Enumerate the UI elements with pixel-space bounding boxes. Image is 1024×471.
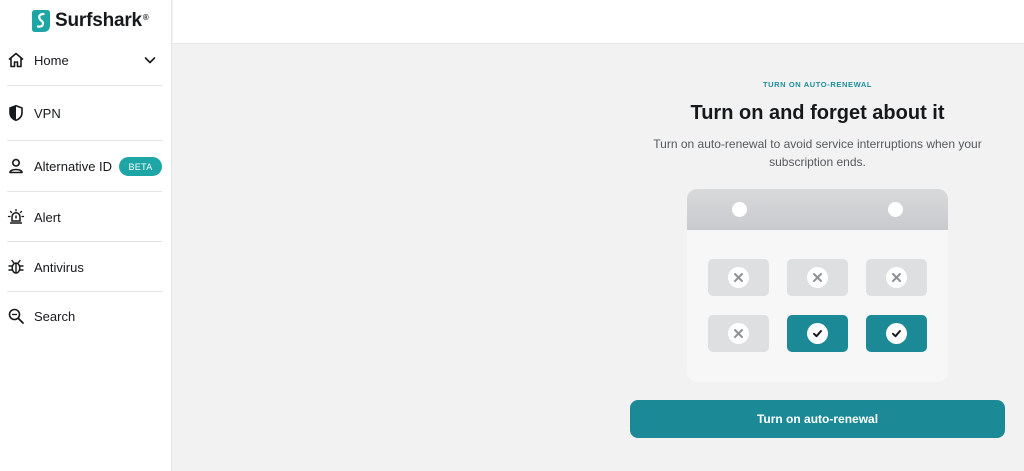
- person-icon: [7, 157, 25, 175]
- sidebar-item-label: Alert: [34, 209, 61, 225]
- sidebar-divider: [7, 241, 162, 242]
- sidebar-divider: [7, 291, 162, 292]
- turn-on-auto-renewal-button[interactable]: Turn on auto-renewal: [630, 400, 1005, 438]
- page-title: Turn on and forget about it: [690, 102, 945, 124]
- x-icon: [734, 329, 743, 338]
- chevron-down-icon[interactable]: [143, 53, 157, 67]
- bug-icon: [7, 258, 25, 276]
- sidebar-item-alternative-id[interactable]: Alternative ID BETA: [0, 153, 172, 179]
- surfshark-logo[interactable]: Surfshark ®: [31, 8, 149, 34]
- home-icon: [7, 51, 25, 69]
- page-description: Turn on auto-renewal to avoid service in…: [653, 137, 982, 169]
- calendar-cell: [708, 259, 769, 296]
- check-icon: [813, 330, 822, 338]
- brand-name: Surfshark: [55, 10, 142, 31]
- sidebar-divider: [7, 85, 162, 86]
- sidebar-divider: [7, 140, 162, 141]
- x-icon: [892, 273, 901, 282]
- top-header: [173, 0, 1024, 44]
- surfshark-logo-icon: [32, 10, 50, 32]
- calendar-cell: [787, 259, 848, 296]
- alert-icon: [7, 208, 25, 226]
- sidebar-item-label: VPN: [34, 105, 61, 121]
- brand-reg-mark: ®: [142, 12, 149, 22]
- calendar-cell: [708, 315, 769, 352]
- x-icon: [813, 273, 822, 282]
- calendar-header: [687, 189, 948, 230]
- sidebar-item-antivirus[interactable]: Antivirus: [0, 254, 172, 280]
- sidebar-item-alert[interactable]: Alert: [0, 204, 172, 230]
- check-icon: [892, 330, 901, 338]
- calendar-ring: [888, 202, 903, 217]
- sidebar-item-label: Antivirus: [34, 259, 84, 275]
- calendar-ring: [732, 202, 747, 217]
- beta-badge: BETA: [119, 157, 162, 176]
- calendar-cell-active: [787, 315, 848, 352]
- sidebar-divider: [7, 191, 162, 192]
- calendar-cell: [866, 259, 927, 296]
- calendar-illustration: [687, 189, 948, 382]
- sidebar-item-label: Search: [34, 308, 76, 324]
- shield-icon: [7, 104, 25, 122]
- sidebar-item-label: Home: [34, 52, 69, 68]
- sidebar-item-home[interactable]: Home: [0, 47, 172, 73]
- sidebar: Surfshark ® Home VPN Alternative ID BETA …: [0, 0, 172, 471]
- calendar-cell-active: [866, 315, 927, 352]
- x-icon: [734, 273, 743, 282]
- auto-renewal-eyebrow: TURN ON AUTO-RENEWAL: [762, 80, 873, 89]
- sidebar-item-search[interactable]: Search: [0, 303, 172, 329]
- sidebar-item-label: Alternative ID: [34, 158, 113, 174]
- sidebar-item-vpn[interactable]: VPN: [0, 100, 172, 126]
- search-icon: [7, 307, 25, 325]
